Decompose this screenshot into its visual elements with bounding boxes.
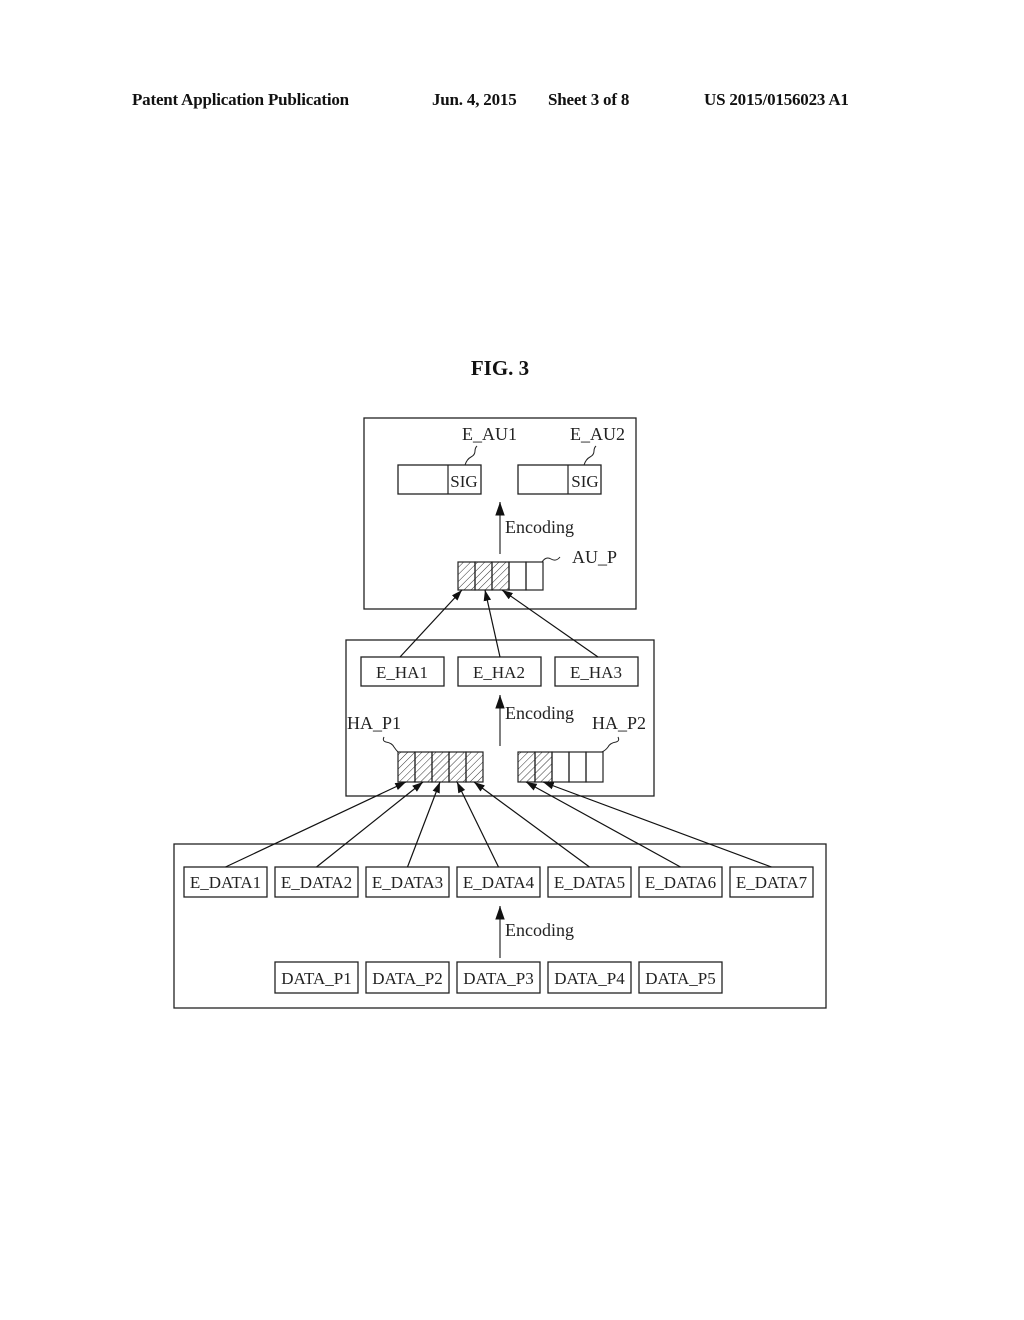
data-p-label-1: DATA_P1 bbox=[281, 969, 351, 988]
ha-p2-cell-1-filled bbox=[517, 751, 536, 783]
data-p-box-2: DATA_P2 bbox=[365, 961, 450, 994]
arrow-e-ha1-to-au-p bbox=[399, 589, 463, 658]
arrow-e-ha2-to-au-p bbox=[483, 589, 501, 658]
ha-p2-cell-3-empty bbox=[551, 751, 570, 783]
e-data-box-1: E_DATA1 bbox=[183, 866, 268, 898]
ha-p1-cell-5-filled bbox=[465, 751, 484, 783]
top-block: SIG E_AU1 SIG E_AU2 Encoding AU_P bbox=[363, 417, 637, 610]
au-p-cell-4-empty bbox=[508, 561, 527, 591]
e-data-label-7: E_DATA7 bbox=[736, 873, 808, 892]
ha-p1-cell-4-filled bbox=[448, 751, 467, 783]
e-data-box-6: E_DATA6 bbox=[638, 866, 723, 898]
e-au1-leader bbox=[464, 445, 478, 466]
ha-p2-leader bbox=[601, 736, 620, 753]
e-ha3-label: E_HA3 bbox=[570, 663, 622, 682]
arrow-e-data2-to-ha-p bbox=[316, 781, 424, 868]
ha-p2-register bbox=[517, 751, 604, 783]
au-p-leader bbox=[541, 556, 561, 563]
e-au1-box: SIG bbox=[397, 464, 482, 495]
ha-p1-label: HA_P1 bbox=[347, 713, 401, 733]
data-p-label-5: DATA_P5 bbox=[645, 969, 715, 988]
e-au2-leader bbox=[583, 445, 597, 466]
au-p-cell-1-filled bbox=[457, 561, 476, 591]
e-ha2-box: E_HA2 bbox=[457, 656, 542, 687]
e-ha3-box: E_HA3 bbox=[554, 656, 639, 687]
au-p-cell-3-filled bbox=[491, 561, 510, 591]
data-p-row: DATA_P1 DATA_P2 DATA_P3 DATA_P4 DATA_P5 bbox=[274, 961, 723, 994]
bottom-block: E_DATA1 E_DATA2 E_DATA3 E_DATA4 E_DATA5 E_DAT… bbox=[173, 781, 827, 1009]
e-au2-label: E_AU2 bbox=[570, 424, 625, 444]
e-data-box-5: E_DATA5 bbox=[547, 866, 632, 898]
e-au2-sig-label: SIG bbox=[571, 472, 598, 491]
data-p-box-4: DATA_P4 bbox=[547, 961, 632, 994]
figure-diagram: SIG E_AU1 SIG E_AU2 Encoding AU_P E_HA1 … bbox=[173, 417, 827, 1009]
au-p-register bbox=[457, 561, 544, 591]
e-au2-box: SIG bbox=[517, 464, 602, 495]
data-p-box-5: DATA_P5 bbox=[638, 961, 723, 994]
e-au1-label: E_AU1 bbox=[462, 424, 517, 444]
arrow-e-ha3-to-au-p bbox=[501, 589, 599, 658]
data-p-label-3: DATA_P3 bbox=[463, 969, 533, 988]
top-encoding-label: Encoding bbox=[505, 517, 574, 537]
e-data-box-7: E_DATA7 bbox=[729, 866, 814, 898]
e-data-row: E_DATA1 E_DATA2 E_DATA3 E_DATA4 E_DATA5 E_DAT… bbox=[183, 866, 814, 898]
ha-p2-label: HA_P2 bbox=[592, 713, 646, 733]
au-p-label: AU_P bbox=[572, 547, 617, 567]
e-data-label-1: E_DATA1 bbox=[190, 873, 261, 892]
ha-p1-cell-2-filled bbox=[414, 751, 433, 783]
e-data-arrows bbox=[225, 781, 772, 868]
ha-p1-leader bbox=[382, 736, 399, 753]
data-p-box-3: DATA_P3 bbox=[456, 961, 541, 994]
e-data-label-2: E_DATA2 bbox=[281, 873, 352, 892]
ha-p2-cell-2-filled bbox=[534, 751, 553, 783]
e-data-box-3: E_DATA3 bbox=[365, 866, 450, 898]
middle-encoding-label: Encoding bbox=[505, 703, 574, 723]
e-data-label-3: E_DATA3 bbox=[372, 873, 443, 892]
e-data-label-5: E_DATA5 bbox=[554, 873, 625, 892]
e-data-box-4: E_DATA4 bbox=[456, 866, 541, 898]
data-p-box-1: DATA_P1 bbox=[274, 961, 359, 994]
data-p-label-4: DATA_P4 bbox=[554, 969, 625, 988]
e-data-box-2: E_DATA2 bbox=[274, 866, 359, 898]
middle-block: E_HA1 E_HA2 E_HA3 Encoding HA_P1 HA_P2 bbox=[345, 589, 655, 797]
arrow-e-data5-to-ha-p bbox=[473, 781, 590, 868]
bottom-encoding-label: Encoding bbox=[505, 920, 574, 940]
ha-p2-cell-5-empty bbox=[585, 751, 604, 783]
e-au1-sig-label: SIG bbox=[450, 472, 477, 491]
e-ha2-label: E_HA2 bbox=[473, 663, 525, 682]
e-ha1-label: E_HA1 bbox=[376, 663, 428, 682]
ha-p2-cell-4-empty bbox=[568, 751, 587, 783]
ha-p1-cell-1-filled bbox=[397, 751, 416, 783]
e-data-label-4: E_DATA4 bbox=[463, 873, 535, 892]
au-p-cell-2-filled bbox=[474, 561, 493, 591]
arrow-e-data1-to-ha-p bbox=[225, 781, 407, 868]
au-p-cell-5-empty bbox=[525, 561, 544, 591]
ha-p1-register bbox=[397, 751, 484, 783]
e-ha1-box: E_HA1 bbox=[360, 656, 445, 687]
ha-p1-cell-3-filled bbox=[431, 751, 450, 783]
arrow-e-data3-to-ha-p bbox=[406, 781, 441, 868]
e-data-label-6: E_DATA6 bbox=[645, 873, 716, 892]
data-p-label-2: DATA_P2 bbox=[372, 969, 442, 988]
